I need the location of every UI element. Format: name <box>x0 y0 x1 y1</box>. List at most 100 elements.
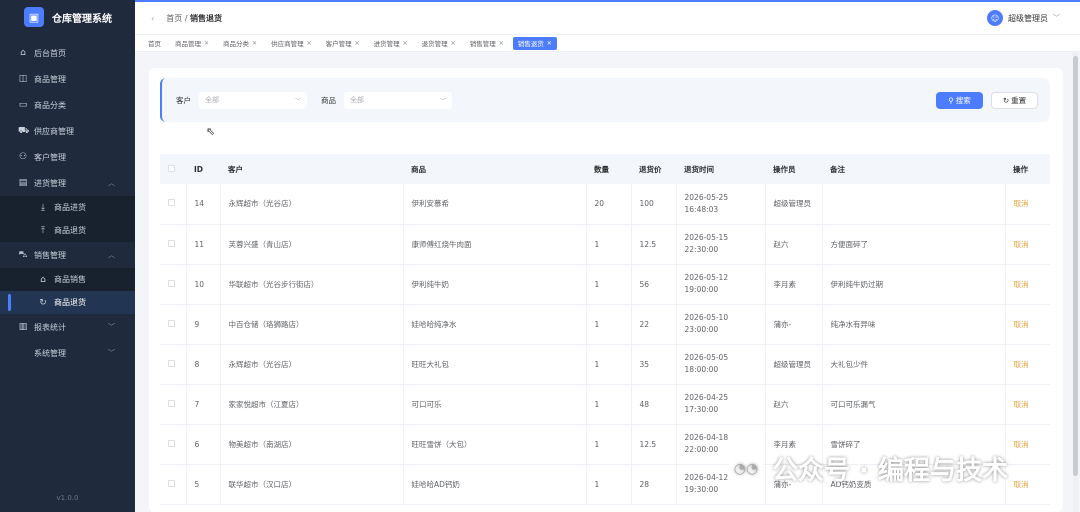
breadcrumb-home[interactable]: 首页 <box>166 14 182 23</box>
cell-remark: 方便面碎了 <box>822 224 1006 264</box>
cell-qty: 1 <box>586 304 632 344</box>
sidebar-item-suppliers[interactable]: ⛟ 供应商管理 <box>0 118 135 144</box>
refresh-icon: ↻ <box>1002 95 1010 105</box>
tab-sales[interactable]: 销售管理 ✕ <box>465 37 509 50</box>
breadcrumb: 首页 / 销售退货 <box>166 13 222 24</box>
tab-products[interactable]: 商品管理 ✕ <box>170 37 214 50</box>
filter-bar: 客户 全部 ﹀ 商品 全部 ﹀ ⚲ 搜索 ↻ 重置 <box>160 78 1050 122</box>
user-menu[interactable]: ☺ 超级管理员 ﹀ <box>987 10 1060 26</box>
row-checkbox[interactable] <box>168 199 175 207</box>
reset-button[interactable]: ↻ 重置 <box>991 91 1038 109</box>
box-icon: ▤ <box>18 178 28 188</box>
page-scrollbar[interactable] <box>1073 52 1078 512</box>
cell-customer: 物美超市（南湖店） <box>220 424 404 464</box>
cancel-link[interactable]: 取消 <box>1014 320 1029 329</box>
cell-qty: 1 <box>586 384 632 424</box>
sidebar-item-purchase-in[interactable]: ⤓ 商品进货 <box>0 196 135 219</box>
cancel-link[interactable]: 取消 <box>1014 440 1029 449</box>
select-all-checkbox[interactable] <box>168 164 175 172</box>
cell-operator: 赵六 <box>765 384 823 424</box>
tab-suppliers[interactable]: 供应商管理 ✕ <box>266 37 317 50</box>
tab-returns[interactable]: 退货管理 ✕ <box>417 37 461 50</box>
sidebar-item-system[interactable]: 系统管理 ﹀ <box>0 340 135 366</box>
cell-product: 伊利纯牛奶 <box>403 264 587 304</box>
user-name: 超级管理员 <box>1008 13 1048 23</box>
customer-select[interactable]: 全部 ﹀ <box>199 91 307 109</box>
cell-qty: 1 <box>586 464 632 504</box>
cell-price: 12.5 <box>631 224 677 264</box>
cell-id: 9 <box>186 304 221 344</box>
sidebar-item-sales[interactable]: ⛍ 销售管理 ︿ <box>0 242 135 268</box>
sidebar-item-dashboard[interactable]: ⌂ 后台首页 <box>0 40 135 66</box>
cell-operator: 超级管理员 <box>765 184 823 224</box>
scrollbar-thumb[interactable] <box>1073 56 1078 476</box>
close-icon[interactable]: ✕ <box>204 40 209 47</box>
cell-price: 12.5 <box>631 424 677 464</box>
sidebar-item-customers[interactable]: ⚇ 客户管理 <box>0 144 135 170</box>
close-icon[interactable]: ✕ <box>547 40 552 47</box>
tab-purchase[interactable]: 进货管理 ✕ <box>369 37 413 50</box>
cell-time: 2026-05-05 18:00:00 <box>676 344 766 384</box>
cell-price: 100 <box>631 184 677 224</box>
close-icon[interactable]: ✕ <box>307 40 312 47</box>
close-icon[interactable]: ✕ <box>403 40 408 47</box>
cell-id: 7 <box>186 384 221 424</box>
product-filter-label: 商品 <box>321 95 336 105</box>
sidebar-item-purchase-return[interactable]: ⤒ 商品退货 <box>0 219 135 242</box>
close-icon[interactable]: ✕ <box>355 40 360 47</box>
sidebar-item-purchase[interactable]: ▤ 进货管理 ︿ <box>0 170 135 196</box>
row-checkbox[interactable] <box>168 399 175 407</box>
cell-customer: 联华超市（汉口店） <box>220 464 404 504</box>
cell-date: 2026-04-25 <box>684 393 729 402</box>
cancel-link[interactable]: 取消 <box>1014 480 1029 489</box>
close-icon[interactable]: ✕ <box>451 40 456 47</box>
tab-categories[interactable]: 商品分类 ✕ <box>218 37 262 50</box>
cancel-link[interactable]: 取消 <box>1014 360 1029 369</box>
row-checkbox[interactable] <box>168 319 175 327</box>
cell-time: 2026-05-25 16:48:03 <box>676 184 766 224</box>
row-checkbox[interactable] <box>168 359 175 367</box>
cancel-link[interactable]: 取消 <box>1014 280 1029 289</box>
cancel-link[interactable]: 取消 <box>1014 400 1029 409</box>
table-row: 8 永辉超市（光谷店） 旺旺大礼包 1 35 2026-05-05 18:00:00 超级管理… <box>160 344 1050 384</box>
app-title: 仓库管理系统 <box>52 13 112 25</box>
cell-date: 2026-05-05 <box>684 353 729 362</box>
cell-product: 可口可乐 <box>403 384 587 424</box>
cell-product: 娃哈哈AD钙奶 <box>403 464 587 504</box>
column-header-product: 商品 <box>411 164 426 174</box>
row-checkbox[interactable] <box>168 439 175 447</box>
collapse-toggle-icon[interactable]: ‹ <box>151 14 154 23</box>
cancel-link[interactable]: 取消 <box>1014 240 1029 249</box>
cell-id: 6 <box>186 424 221 464</box>
upload-icon: ⤒ <box>41 225 45 236</box>
cell-customer: 家家悦超市（江夏店） <box>220 384 404 424</box>
cell-operator: 超级管理员 <box>765 344 823 384</box>
search-button[interactable]: ⚲ 搜索 <box>936 91 983 109</box>
sidebar-item-sales-return[interactable]: ↻ 商品退货 <box>0 291 135 314</box>
tab-home[interactable]: 首页 <box>143 37 166 50</box>
version-label: v1.0.0 <box>56 494 79 502</box>
row-checkbox[interactable] <box>168 479 175 487</box>
cancel-link[interactable]: 取消 <box>1014 199 1029 208</box>
close-icon[interactable]: ✕ <box>252 40 257 47</box>
row-checkbox[interactable] <box>168 239 175 247</box>
row-checkbox[interactable] <box>168 279 175 287</box>
column-header-time: 退货时间 <box>684 164 714 174</box>
table-row: 14 永辉超市（光谷店） 伊利安慕希 20 100 2026-05-25 16:48:03 超… <box>160 184 1050 224</box>
sidebar-item-categories[interactable]: ▭ 商品分类 <box>0 92 135 118</box>
cell-id: 14 <box>186 184 221 224</box>
tab-customers[interactable]: 客户管理 ✕ <box>321 37 365 50</box>
chevron-down-icon: ﹀ <box>108 323 115 331</box>
close-icon[interactable]: ✕ <box>499 40 504 47</box>
cell-qty: 1 <box>586 264 632 304</box>
app-logo[interactable]: ▣ 仓库管理系统 <box>0 0 135 34</box>
product-select[interactable]: 全部 ﹀ <box>344 91 452 109</box>
cell-customer: 华联超市（光谷步行街店） <box>220 264 404 304</box>
tab-sales-return[interactable]: 销售退货 ✕ <box>512 36 557 50</box>
sidebar-item-sales-out[interactable]: ⌂ 商品销售 <box>0 268 135 291</box>
sidebar-item-reports[interactable]: ▥ 报表统计 ﹀ <box>0 314 135 340</box>
cart-icon: ⛍ <box>18 249 28 260</box>
sidebar-item-products[interactable]: ◫ 商品管理 <box>0 66 135 92</box>
cell-date: 2026-05-12 <box>684 273 729 282</box>
cell-price: 56 <box>631 264 677 304</box>
